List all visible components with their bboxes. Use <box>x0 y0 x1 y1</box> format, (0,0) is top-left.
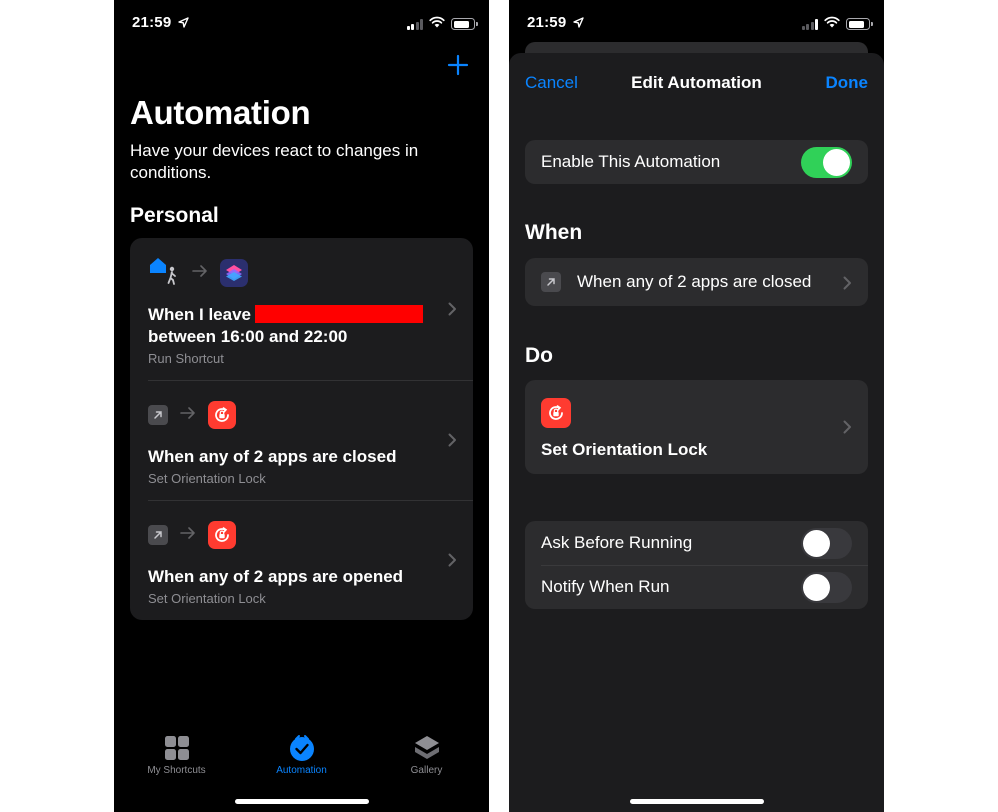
card-subtitle: Set Orientation Lock <box>148 591 266 606</box>
wifi-icon <box>824 15 840 33</box>
tab-label: Automation <box>276 765 327 776</box>
page-subtitle: Have your devices react to changes in co… <box>130 141 419 182</box>
ask-before-running-row: Ask Before Running <box>525 521 868 565</box>
automation-list: When I leave between 16:00 and 22:00 Run… <box>130 238 473 620</box>
status-bar: 21:59 <box>509 0 884 44</box>
automation-card-apps-closed[interactable]: When any of 2 apps are closed Set Orient… <box>130 380 473 500</box>
home-leave-icon <box>148 255 180 292</box>
home-indicator <box>234 799 369 804</box>
chevron-right-icon <box>843 420 852 439</box>
enable-automation-label: Enable This Automation <box>541 152 721 171</box>
wifi-icon <box>429 15 445 33</box>
battery-icon <box>451 18 478 30</box>
when-group: When any of 2 apps are closed <box>525 258 868 306</box>
status-time: 21:59 <box>132 14 172 31</box>
when-trigger-label: When any of 2 apps are closed <box>577 272 812 291</box>
grid-icon <box>164 734 190 762</box>
card-title-line2: between 16:00 and 22:00 <box>148 327 348 346</box>
automation-card-apps-opened[interactable]: When any of 2 apps are opened Set Orient… <box>130 500 473 620</box>
do-action-label: Set Orientation Lock <box>541 440 708 459</box>
tab-gallery[interactable]: Gallery <box>364 728 489 778</box>
edit-automation-sheet: Cancel Edit Automation Done Enable This … <box>509 53 884 812</box>
enable-automation-toggle[interactable] <box>801 147 852 178</box>
home-indicator <box>629 799 764 804</box>
page-title: Automation <box>130 94 311 131</box>
plus-icon <box>447 54 469 76</box>
location-arrow-icon <box>178 15 189 33</box>
ask-before-running-label: Ask Before Running <box>541 533 693 552</box>
when-heading: When <box>525 221 583 244</box>
tab-bar: My Shortcuts Automation Gallery <box>114 728 489 778</box>
card-title: When any of 2 apps are closed <box>148 447 397 466</box>
arrow-right-icon <box>192 264 208 282</box>
cellular-signal-icon <box>801 18 818 30</box>
options-group: Ask Before Running Notify When Run <box>525 521 868 609</box>
do-group: Set Orientation Lock <box>525 380 868 474</box>
edit-automation-screen: 21:59 Cancel Edit Automation Done Enable… <box>509 0 884 812</box>
notify-when-run-toggle[interactable] <box>801 572 852 603</box>
arrow-right-icon <box>180 406 196 424</box>
orientation-lock-icon <box>541 398 571 428</box>
do-heading: Do <box>525 344 553 367</box>
clock-check-icon <box>288 734 316 762</box>
tab-label: My Shortcuts <box>147 765 206 776</box>
cellular-signal-icon <box>406 18 423 30</box>
chevron-right-icon <box>843 275 852 295</box>
tab-label: Gallery <box>410 765 443 776</box>
status-time: 21:59 <box>527 14 567 31</box>
add-automation-button[interactable] <box>445 52 471 78</box>
card-subtitle: Run Shortcut <box>148 351 224 366</box>
card-subtitle: Set Orientation Lock <box>148 471 266 486</box>
status-bar: 21:59 <box>114 0 489 44</box>
layers-icon <box>413 734 441 762</box>
card-title: When any of 2 apps are opened <box>148 567 404 586</box>
enable-group: Enable This Automation <box>525 140 868 184</box>
enable-automation-row: Enable This Automation <box>525 140 868 184</box>
orientation-lock-icon <box>208 521 236 549</box>
battery-icon <box>846 18 873 30</box>
notify-when-run-row: Notify When Run <box>525 565 868 609</box>
orientation-lock-icon <box>208 401 236 429</box>
automation-card-leave[interactable]: When I leave between 16:00 and 22:00 Run… <box>130 238 473 380</box>
redaction-box <box>254 305 423 323</box>
chevron-right-icon <box>448 302 457 321</box>
do-action-card[interactable]: Set Orientation Lock <box>525 380 868 474</box>
automation-screen: 21:59 Automation Have your devices react… <box>114 0 489 812</box>
app-arrow-icon <box>541 272 561 292</box>
location-arrow-icon <box>573 15 584 33</box>
tab-my-shortcuts[interactable]: My Shortcuts <box>114 728 239 778</box>
when-trigger-row[interactable]: When any of 2 apps are closed <box>525 258 868 306</box>
chevron-right-icon <box>448 433 457 452</box>
chevron-right-icon <box>448 553 457 572</box>
notify-when-run-label: Notify When Run <box>541 577 670 596</box>
app-arrow-icon <box>148 525 168 545</box>
arrow-right-icon <box>180 526 196 544</box>
done-button[interactable]: Done <box>826 73 869 93</box>
ask-before-running-toggle[interactable] <box>801 528 852 559</box>
app-arrow-icon <box>148 405 168 425</box>
card-title: When I leave <box>148 305 251 324</box>
section-title-personal: Personal <box>130 204 219 227</box>
shortcuts-icon <box>220 259 248 287</box>
tab-automation[interactable]: Automation <box>239 728 364 778</box>
